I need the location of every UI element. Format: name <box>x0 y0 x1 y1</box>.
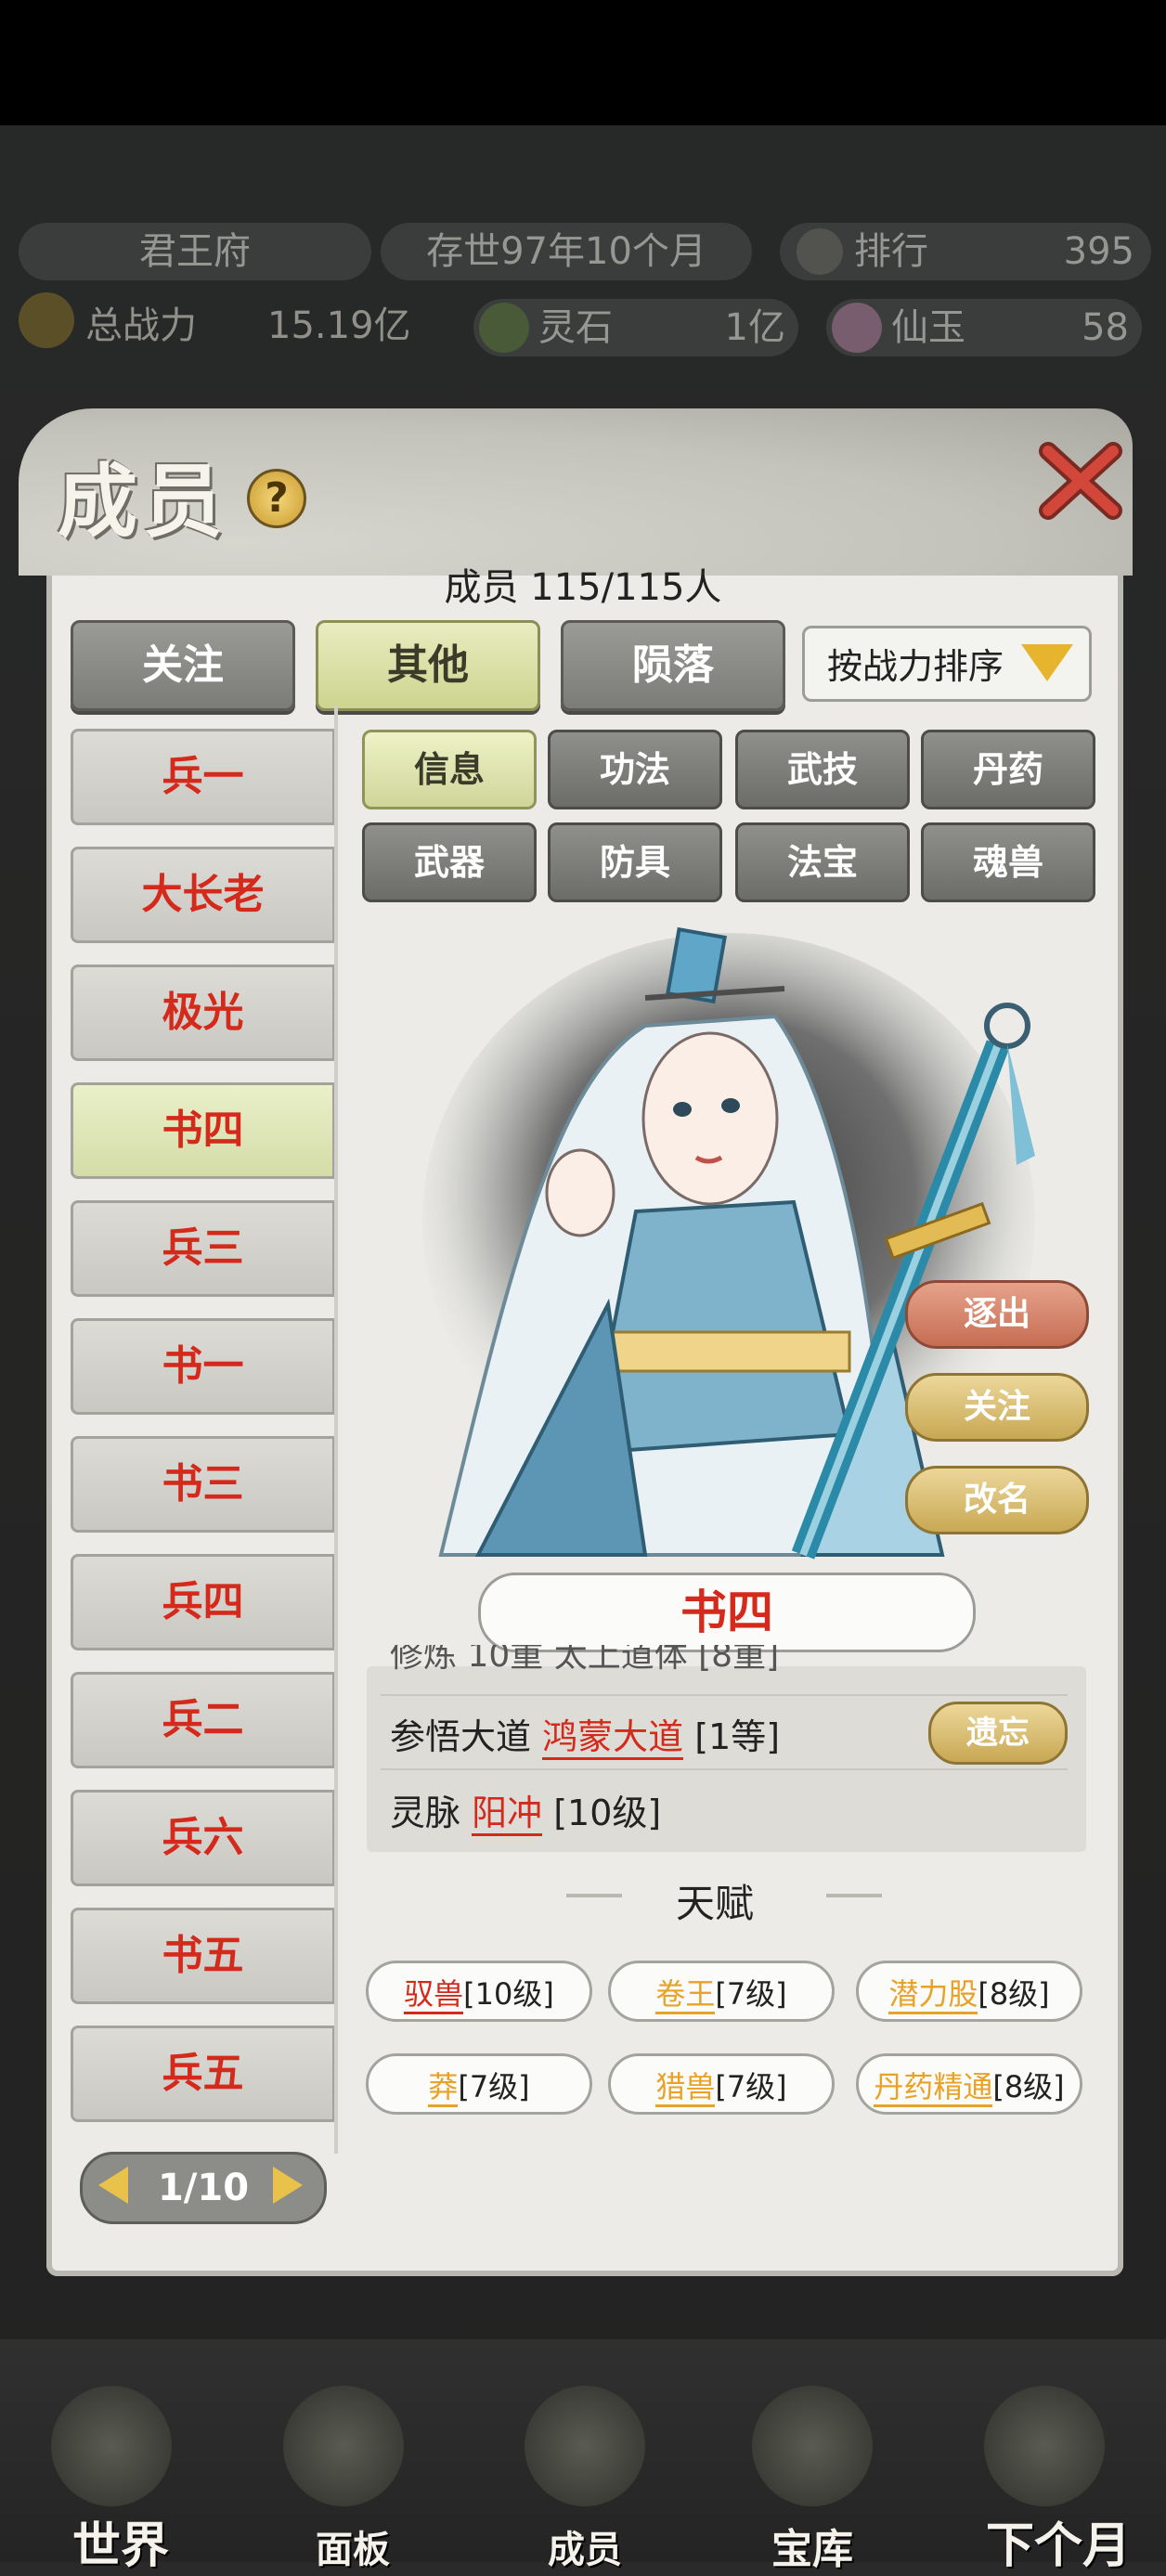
tab-follow[interactable]: 关注 <box>71 620 295 711</box>
talent-badge[interactable]: 丹药精通[8级] <box>856 2053 1082 2115</box>
member-item[interactable]: 书五 <box>71 1908 335 2004</box>
forget-button[interactable]: 遗忘 <box>928 1702 1068 1765</box>
subtab-technique[interactable]: 功法 <box>548 730 722 809</box>
panel-icon <box>283 2386 404 2506</box>
talent-badge[interactable]: 莽[7级] <box>366 2053 592 2115</box>
chevron-down-icon[interactable] <box>1021 644 1073 681</box>
treasury-icon <box>752 2386 873 2506</box>
tab-other[interactable]: 其他 <box>316 620 540 711</box>
member-count: 成员 115/115人 <box>444 566 722 609</box>
member-item[interactable]: 兵六 <box>71 1790 335 1886</box>
rename-button[interactable]: 改名 <box>905 1466 1089 1534</box>
prev-page-icon[interactable] <box>98 2167 128 2204</box>
row-divider <box>381 1694 1068 1696</box>
vein-row: 灵脉 阳冲 [10级] <box>390 1784 662 1836</box>
nav-treasury[interactable]: 宝库 <box>729 2516 896 2575</box>
talent-level: [7级] <box>715 2069 787 2104</box>
talent-name: 猎兽 <box>655 2069 716 2107</box>
nav-next-month[interactable]: 下个月 <box>956 2506 1160 2576</box>
follow-button[interactable]: 关注 <box>905 1373 1089 1442</box>
talent-level: [7级] <box>458 2069 530 2104</box>
member-item[interactable]: 兵五 <box>71 2026 335 2122</box>
status-bar <box>0 0 1166 125</box>
member-item[interactable]: 书一 <box>71 1318 335 1415</box>
close-icon[interactable] <box>1035 434 1128 527</box>
member-item[interactable]: 兵三 <box>71 1200 335 1297</box>
member-item[interactable]: 兵一 <box>71 729 335 825</box>
talent-name: 潜力股 <box>888 1976 978 2014</box>
dao-value[interactable]: 鸿蒙大道 <box>542 1716 684 1760</box>
member-item[interactable]: 书三 <box>71 1436 335 1533</box>
talent-name: 莽 <box>428 2069 459 2107</box>
list-divider <box>334 705 338 2154</box>
subtab-soul-beast[interactable]: 魂兽 <box>921 822 1095 902</box>
tab-fallen[interactable]: 陨落 <box>561 620 785 711</box>
nav-members[interactable]: 成员 <box>501 2519 668 2573</box>
subtab-treasure[interactable]: 法宝 <box>735 822 910 902</box>
dao-row: 参悟大道 鸿蒙大道 [1等] <box>390 1708 781 1760</box>
vein-rank: [10级] <box>553 1793 662 1833</box>
talent-name: 卷王 <box>655 1976 716 2014</box>
subtab-weapon[interactable]: 武器 <box>362 822 537 902</box>
vein-value[interactable]: 阳冲 <box>472 1793 543 1836</box>
sort-label: 按战力排序 <box>827 646 1004 687</box>
world-icon <box>51 2386 172 2506</box>
member-item[interactable]: 兵二 <box>71 1672 335 1768</box>
talent-badge[interactable]: 潜力股[8级] <box>856 1961 1082 2022</box>
subtab-armor[interactable]: 防具 <box>548 822 722 902</box>
next-page-icon[interactable] <box>273 2167 303 2204</box>
member-item[interactable]: 兵四 <box>71 1554 335 1650</box>
member-item-selected[interactable]: 书四 <box>71 1082 335 1179</box>
next-month-icon <box>984 2386 1105 2506</box>
subtab-pills[interactable]: 丹药 <box>921 730 1095 809</box>
talent-level: [8级] <box>978 1976 1050 2012</box>
partial-info-row: 修炼 10重 太上道体 [8重] <box>390 1645 780 1675</box>
nav-world[interactable]: 世界 <box>37 2506 204 2576</box>
talent-name: 驭兽 <box>404 1976 464 2014</box>
vein-label: 灵脉 <box>390 1793 461 1833</box>
talent-title: 天赋 <box>675 1881 754 1926</box>
help-icon[interactable]: ? <box>247 469 306 528</box>
talent-level: [10级] <box>463 1976 554 2012</box>
talent-level: [8级] <box>992 2069 1065 2104</box>
dialog-title: 成员 <box>58 455 228 549</box>
member-item[interactable]: 极光 <box>71 964 335 1061</box>
dao-label: 参悟大道 <box>390 1716 532 1757</box>
dao-rank: [1等] <box>694 1716 781 1757</box>
talent-badge[interactable]: 猎兽[7级] <box>608 2053 835 2115</box>
subtab-info[interactable]: 信息 <box>362 730 537 809</box>
talent-name: 丹药精通 <box>874 2069 993 2107</box>
talent-badge[interactable]: 卷王[7级] <box>608 1961 835 2022</box>
expel-button[interactable]: 逐出 <box>905 1280 1089 1349</box>
members-icon <box>525 2386 645 2506</box>
member-item[interactable]: 大长老 <box>71 847 335 943</box>
nav-panel[interactable]: 面板 <box>269 2519 436 2573</box>
talent-badge[interactable]: 驭兽[10级] <box>366 1961 592 2022</box>
subtab-martial-skill[interactable]: 武技 <box>735 730 910 809</box>
selected-member-name: 书四 <box>478 1573 976 1652</box>
talent-level: [7级] <box>715 1976 787 2012</box>
row-divider <box>381 1768 1068 1770</box>
